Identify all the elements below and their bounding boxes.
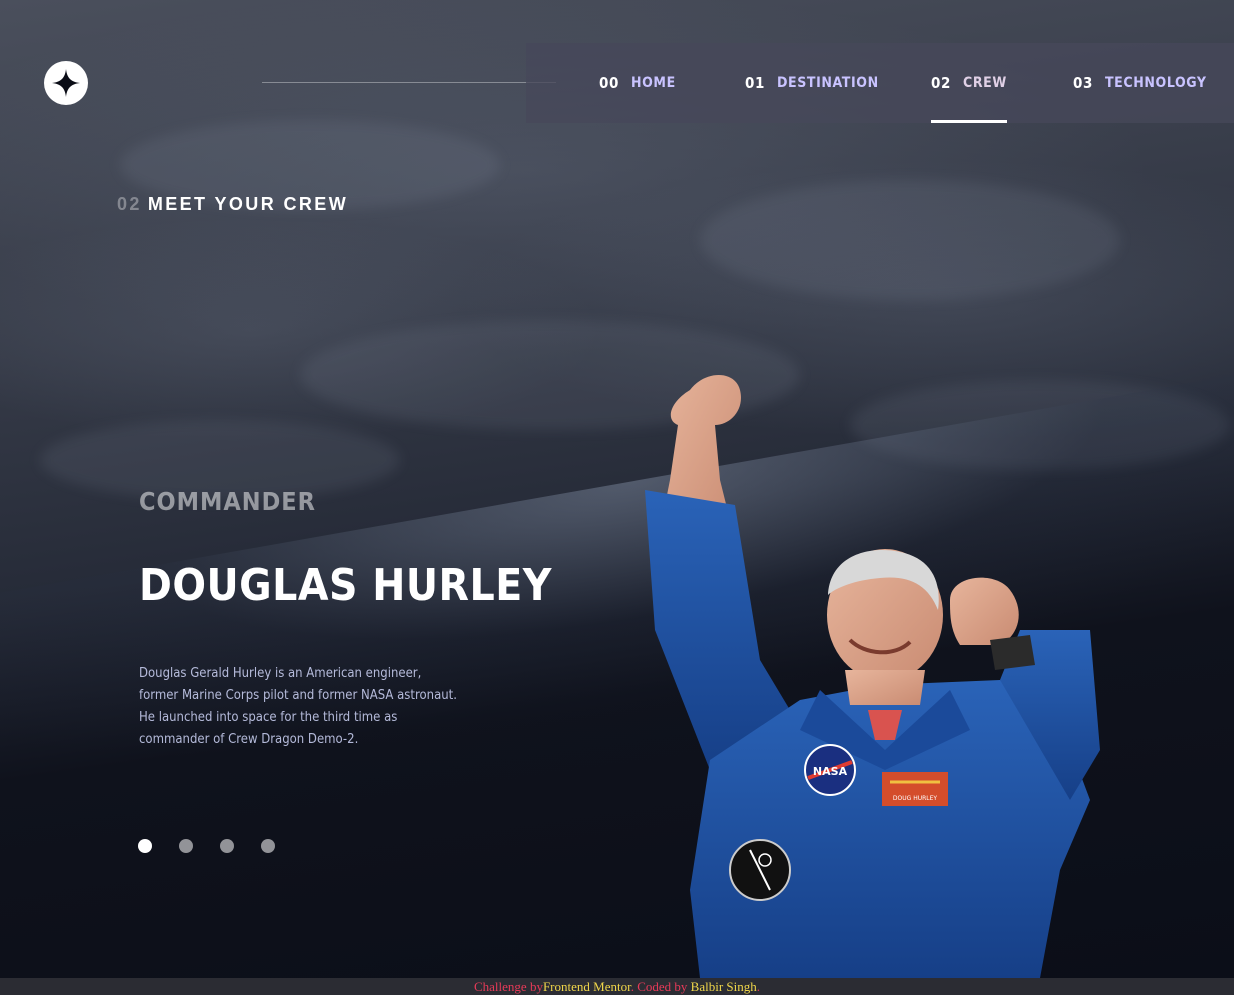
nasa-patch-text: NASA <box>813 765 848 778</box>
nav-label: HOME <box>630 75 676 91</box>
crew-dot-4[interactable] <box>261 839 275 853</box>
star-logo-icon[interactable] <box>44 61 88 105</box>
page-title-number: 02 <box>117 194 142 214</box>
crew-member-image: NASA DOUG HURLEY <box>645 375 1100 978</box>
nav-label: TECHNOLOGY <box>1104 75 1207 91</box>
nav-number: 00 <box>599 74 619 92</box>
nav-label: DESTINATION <box>776 75 879 91</box>
nav-item-home[interactable]: 00 HOME <box>599 43 676 123</box>
frontend-mentor-link[interactable]: Frontend Mentor <box>543 979 631 994</box>
crew-bio: Douglas Gerald Hurley is an American eng… <box>139 666 457 747</box>
nav-item-destination[interactable]: 01 DESTINATION <box>745 43 879 123</box>
footer-middle: . Coded by <box>630 979 691 994</box>
crew-role: COMMANDER <box>139 487 316 516</box>
nav-item-crew[interactable]: 02 CREW <box>931 43 1007 123</box>
nav-number: 01 <box>745 74 765 92</box>
page-title: 02 MEET YOUR CREW <box>117 194 348 215</box>
crew-dot-1[interactable] <box>138 839 152 853</box>
crew-dot-3[interactable] <box>220 839 234 853</box>
crew-name: DOUGLAS HURLEY <box>139 560 552 611</box>
nametag-text: DOUG HURLEY <box>893 795 937 802</box>
crew-dot-2[interactable] <box>179 839 193 853</box>
author-link[interactable]: Balbir Singh <box>691 979 757 994</box>
attribution-footer: Challenge byFrontend Mentor. Coded by Ba… <box>0 978 1234 995</box>
header-divider <box>262 82 556 83</box>
footer-prefix: Challenge by <box>473 979 543 994</box>
nav-number: 03 <box>1073 74 1093 92</box>
nav-number: 02 <box>931 74 951 92</box>
footer-suffix: . <box>756 979 760 994</box>
nav-label: CREW <box>962 75 1007 91</box>
crew-pagination <box>138 839 275 853</box>
page-title-text: MEET YOUR CREW <box>147 194 349 214</box>
main-navigation: 00 HOME 01 DESTINATION 02 CREW 03 TECHNO… <box>526 43 1234 123</box>
nav-item-technology[interactable]: 03 TECHNOLOGY <box>1073 43 1207 123</box>
